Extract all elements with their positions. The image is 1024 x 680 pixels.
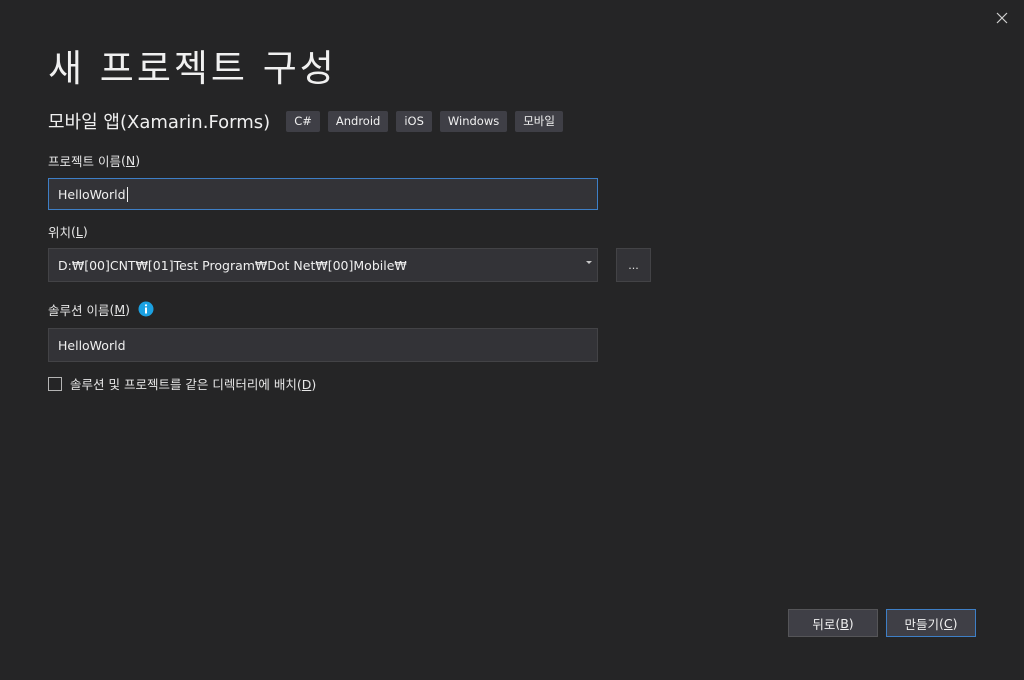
solution-name-input[interactable]: HelloWorld [48, 328, 598, 362]
info-icon[interactable] [138, 301, 154, 317]
tag-mobile: 모바일 [515, 110, 563, 132]
close-icon [996, 12, 1008, 24]
tag-csharp: C# [286, 110, 320, 132]
project-name-label: 프로젝트 이름(N) [48, 153, 141, 169]
location-label: 위치(L) [48, 224, 88, 240]
project-name-input[interactable]: HelloWorld [48, 178, 598, 210]
browse-button[interactable]: ... [616, 248, 651, 282]
close-button[interactable] [990, 6, 1014, 30]
template-name: 모바일 앱(Xamarin.Forms) [48, 112, 271, 133]
same-directory-checkbox[interactable] [48, 376, 62, 391]
solution-name-label: 솔루션 이름(M) [48, 299, 154, 319]
page-title: 새 프로젝트 구성 [48, 47, 337, 90]
tag-android: Android [327, 110, 389, 132]
tag-windows: Windows [439, 110, 508, 132]
create-button[interactable]: 만들기(C) [886, 609, 976, 637]
location-combobox[interactable]: D:₩[00]CNT₩[01]Test Program₩Dot Net₩[00]… [48, 248, 598, 282]
solution-name-mnemonic: M [114, 301, 126, 317]
location-mnemonic: L [75, 224, 83, 239]
template-info: 모바일 앱(Xamarin.Forms) C# Android iOS Wind… [48, 108, 571, 134]
dropdown-arrow-icon[interactable] [586, 261, 592, 264]
same-directory-option[interactable]: 솔루션 및 프로젝트를 같은 디렉터리에 배치(D) [48, 374, 316, 393]
configure-project-dialog: 새 프로젝트 구성 모바일 앱(Xamarin.Forms) C# Androi… [0, 0, 1024, 680]
text-caret [126, 186, 128, 202]
same-directory-mnemonic: D [301, 377, 312, 392]
project-name-mnemonic: N [125, 153, 136, 168]
tag-ios: iOS [396, 110, 432, 132]
back-button[interactable]: 뒤로(B) [788, 609, 878, 637]
